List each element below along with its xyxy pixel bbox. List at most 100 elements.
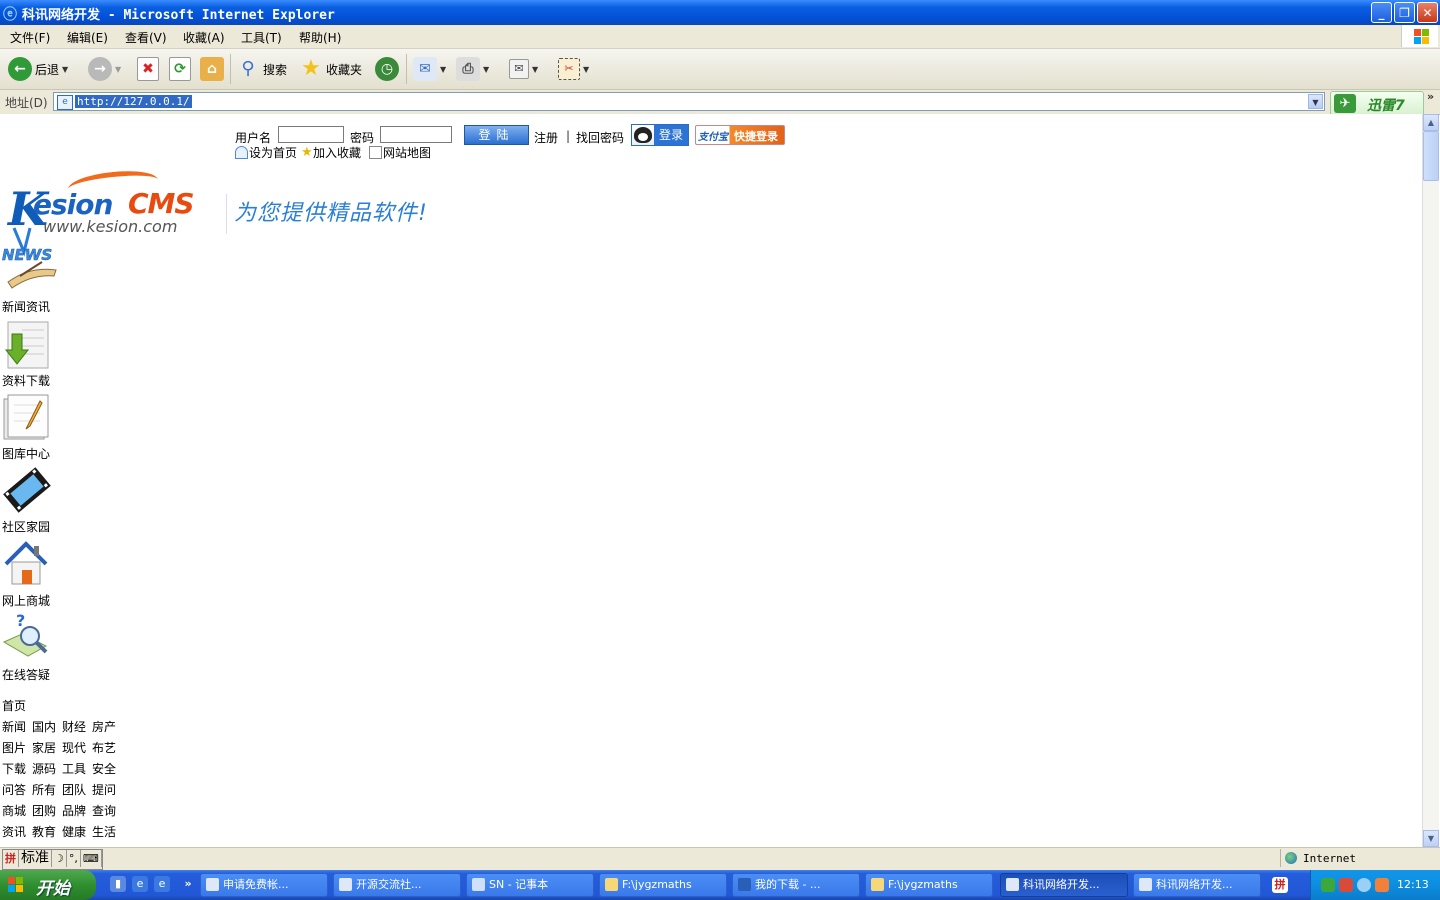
language-bar-icon[interactable]: 拼 (1272, 877, 1288, 893)
menu-favorites[interactable]: 收藏(A) (183, 29, 225, 46)
favorites-button[interactable]: ★ 收藏夹 (299, 55, 362, 83)
username-input[interactable] (278, 126, 344, 143)
category-link[interactable]: 源码 (32, 762, 56, 776)
category-link[interactable]: 团购 (32, 804, 56, 818)
ime-toolbar[interactable]: 拼 标准 ☽ °, ⌨ (2, 849, 103, 870)
category-link[interactable]: 所有 (32, 783, 56, 797)
search-button[interactable]: ⚲ 搜索 (236, 55, 287, 83)
category-link[interactable]: 新闻 (2, 720, 26, 734)
tray-network-icon[interactable] (1357, 878, 1371, 892)
tray-app-icon[interactable] (1339, 878, 1353, 892)
history-button[interactable]: ◷ (375, 55, 399, 83)
task-button-active[interactable]: 科讯网络开发... (1000, 873, 1128, 897)
address-input[interactable]: e http://127.0.0.1/ ▼ (53, 92, 1325, 111)
nav-community[interactable]: 社区家园 (2, 464, 64, 534)
category-link[interactable]: 提问 (92, 783, 116, 797)
quicklaunch-desktop-icon[interactable]: ▮ (110, 876, 126, 892)
category-link[interactable]: 查询 (92, 804, 116, 818)
mail-button[interactable]: ✉ ▼ (413, 55, 446, 83)
category-link[interactable]: 现代 (62, 741, 86, 755)
category-link[interactable]: 房产 (92, 720, 116, 734)
menu-file[interactable]: 文件(F) (10, 29, 50, 46)
ime-halfwidth-icon[interactable]: ☽ (52, 850, 67, 867)
scroll-down-icon[interactable]: ▼ (1423, 830, 1439, 847)
task-button[interactable]: SN - 记事本 (466, 873, 594, 897)
mail-dropdown-icon[interactable]: ▼ (440, 65, 446, 74)
ime-logo-icon[interactable]: 拼 (3, 850, 19, 867)
nav-download[interactable]: 资料下载 (2, 320, 64, 388)
alipay-login-button[interactable]: 支付宝 快捷登录 (695, 125, 785, 145)
task-button[interactable]: 科讯网络开发... (1133, 873, 1261, 897)
add-favorite-link[interactable]: ★ 加入收藏 (301, 144, 361, 161)
category-link[interactable]: 商城 (2, 804, 26, 818)
ime-punct-icon[interactable]: °, (67, 850, 81, 867)
task-button[interactable]: 申请免费帐... (200, 873, 328, 897)
stop-button[interactable]: ✖ (137, 55, 159, 83)
quicklaunch-ie2-icon[interactable]: e (154, 876, 170, 892)
category-link[interactable]: 安全 (92, 762, 116, 776)
category-link[interactable]: 教育 (32, 825, 56, 839)
category-link[interactable]: 团队 (62, 783, 86, 797)
category-link[interactable]: 国内 (32, 720, 56, 734)
set-homepage-link[interactable]: 设为首页 (235, 144, 297, 161)
menu-view[interactable]: 查看(V) (125, 29, 167, 46)
print-button[interactable]: ⎙ ▼ (456, 55, 489, 83)
toolbar-overflow-icon[interactable]: » (1427, 90, 1434, 103)
nav-news[interactable]: NEWS 新闻资讯 (2, 226, 64, 314)
messenger-dropdown-icon[interactable]: ▼ (583, 65, 589, 74)
category-link[interactable]: 生活 (92, 825, 116, 839)
quicklaunch-overflow-icon[interactable]: » (180, 876, 196, 892)
password-input[interactable] (380, 126, 452, 143)
category-link[interactable]: 财经 (62, 720, 86, 734)
address-dropdown-icon[interactable]: ▼ (1308, 94, 1323, 109)
register-link[interactable]: 注册 (534, 129, 558, 146)
home-link[interactable]: 首页 (2, 697, 26, 714)
forward-dropdown-icon[interactable]: ▼ (115, 65, 121, 74)
category-link[interactable]: 资讯 (2, 825, 26, 839)
category-link[interactable]: 图片 (2, 741, 26, 755)
forward-button[interactable]: → ▼ (88, 55, 121, 83)
ime-mode[interactable]: 标准 (19, 850, 52, 867)
clock[interactable]: 12:13 (1397, 878, 1429, 891)
category-link[interactable]: 家居 (32, 741, 56, 755)
forgot-password-link[interactable]: 找回密码 (576, 129, 624, 146)
minimize-button[interactable]: _ (1371, 2, 1392, 23)
start-button[interactable]: 开始 (0, 870, 96, 900)
nav-gallery[interactable]: 图库中心 (2, 393, 64, 461)
category-link[interactable]: 工具 (62, 762, 86, 776)
messenger-button[interactable]: ✂ ▼ (558, 55, 589, 83)
task-button[interactable]: F:\jygzmaths (599, 873, 727, 897)
home-button[interactable]: ⌂ (200, 55, 224, 83)
login-submit-button[interactable]: 登陆 (464, 125, 529, 145)
edit-dropdown-icon[interactable]: ▼ (532, 65, 538, 74)
category-link[interactable]: 下载 (2, 762, 26, 776)
task-button[interactable]: 开源交流社... (333, 873, 461, 897)
menu-edit[interactable]: 编辑(E) (67, 29, 108, 46)
refresh-button[interactable]: ⟳ (169, 55, 191, 83)
back-dropdown-icon[interactable]: ▼ (62, 65, 68, 74)
back-button[interactable]: ← 后退 ▼ (8, 55, 68, 83)
nav-shop[interactable]: 网上商城 (2, 540, 64, 608)
qq-login-button[interactable]: 登录 (631, 124, 689, 146)
ime-keyboard-icon[interactable]: ⌨ (81, 850, 102, 867)
task-button[interactable]: F:\jygzmaths (865, 873, 993, 897)
restore-button[interactable]: ❐ (1394, 2, 1415, 23)
menu-help[interactable]: 帮助(H) (299, 29, 341, 46)
edit-button[interactable]: ✉ ▼ (509, 55, 538, 83)
category-link[interactable]: 问答 (2, 783, 26, 797)
category-link[interactable]: 健康 (62, 825, 86, 839)
tray-antivirus-icon[interactable] (1375, 878, 1389, 892)
close-button[interactable]: ✕ (1417, 2, 1438, 23)
nav-qa[interactable]: ? 在线答疑 (2, 611, 64, 682)
menu-tools[interactable]: 工具(T) (241, 29, 282, 46)
category-link[interactable]: 布艺 (92, 741, 116, 755)
vertical-scrollbar[interactable]: ▲ ▼ (1422, 114, 1439, 847)
quicklaunch-ie-icon[interactable]: e (132, 876, 148, 892)
category-link[interactable]: 品牌 (62, 804, 86, 818)
address-url[interactable]: http://127.0.0.1/ (75, 95, 192, 108)
task-button[interactable]: 我的下载 - ... (732, 873, 860, 897)
scroll-up-icon[interactable]: ▲ (1423, 114, 1439, 131)
sitemap-link[interactable]: 网站地图 (369, 144, 431, 161)
print-dropdown-icon[interactable]: ▼ (483, 65, 489, 74)
scroll-thumb[interactable] (1423, 131, 1439, 181)
